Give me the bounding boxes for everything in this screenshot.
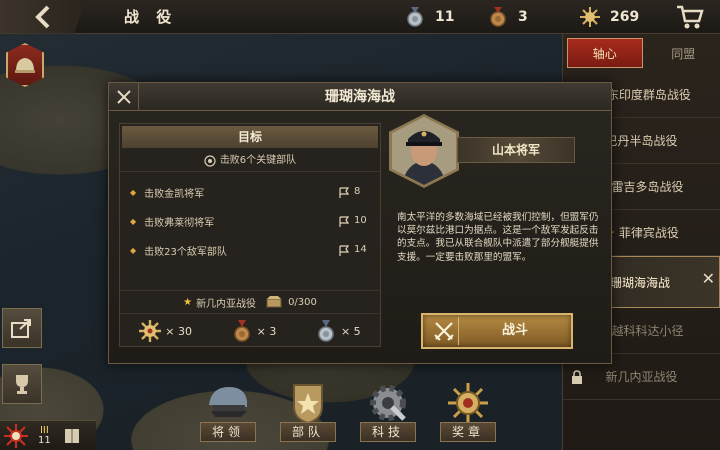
close-button[interactable] bbox=[109, 83, 139, 111]
nav-tech[interactable]: 科技 bbox=[360, 380, 416, 446]
nav-troops-label: 部队 bbox=[280, 422, 336, 442]
back-arrow-icon bbox=[35, 5, 50, 28]
goal-value: 14 bbox=[354, 244, 367, 255]
page-title: 战 役 bbox=[124, 8, 178, 26]
reward-gold: × 30 bbox=[139, 320, 192, 342]
objectives-subtitle: 击败6个关键部队 bbox=[120, 150, 380, 172]
general-name: 山本将军 bbox=[457, 137, 575, 163]
gold-medal-counter: 269 bbox=[580, 5, 639, 29]
silver-medal-value: 11 bbox=[435, 9, 455, 25]
trophy-button[interactable] bbox=[2, 364, 42, 404]
reward-gold-value: × 30 bbox=[165, 324, 193, 338]
battle-button-label: 战斗 bbox=[501, 323, 528, 338]
nav-medals[interactable]: 奖章 bbox=[440, 380, 496, 446]
goal-item: ◆ 击败弗莱彻将军 10 bbox=[120, 207, 380, 236]
target-ring-icon bbox=[204, 154, 216, 167]
tab-axis[interactable]: 轴心 bbox=[567, 38, 643, 68]
shop-cart-icon[interactable] bbox=[676, 4, 704, 30]
bronze-medal-counter: 3 bbox=[488, 5, 528, 29]
reward-silver: × 5 bbox=[315, 320, 361, 342]
bullet-icon: ◆ bbox=[130, 217, 137, 226]
battle-story: 南太平洋的多数海域已经被我们控制，但盟军仍以莫尔兹比港口为据点。这是一个敌军发起… bbox=[397, 212, 599, 263]
campaign-item-label: 穿越科科达小径 bbox=[599, 324, 684, 338]
battle-detail-modal: 珊瑚海海战 目标 击败6个关键部队 ◆ 击败金凯将军 8 ◆ 击败弗莱彻将军 1… bbox=[108, 82, 612, 364]
battle-button[interactable]: 战斗 bbox=[421, 313, 573, 349]
objectives-subtitle-text: 击败6个关键部队 bbox=[219, 154, 297, 166]
bottom-nav: 将领 部队 科技 奖章 bbox=[200, 380, 496, 446]
gold-star-medal-icon bbox=[580, 7, 600, 27]
objectives-header: 目标 bbox=[122, 126, 378, 148]
rank-strip: III 11 bbox=[0, 420, 96, 450]
campaign-item-label: 科雷吉多岛战役 bbox=[599, 180, 684, 194]
medal-icon bbox=[444, 380, 492, 426]
supply-crate-icon bbox=[266, 296, 282, 308]
sun-emblem-icon bbox=[4, 423, 28, 448]
nav-medals-label: 奖章 bbox=[440, 422, 496, 442]
crossed-swords-icon bbox=[429, 317, 459, 345]
tech-gear-icon bbox=[364, 380, 412, 426]
faction-tabs: 轴心 同盟 bbox=[563, 34, 720, 72]
silver-medal-counter: 11 bbox=[405, 5, 454, 29]
flag-icon bbox=[339, 245, 350, 256]
nav-generals[interactable]: 将领 bbox=[200, 380, 256, 446]
reward-bronze: × 3 bbox=[231, 320, 277, 342]
bronze-medal-icon bbox=[490, 7, 506, 27]
bronze-medal-value: 3 bbox=[518, 9, 528, 25]
share-icon bbox=[11, 319, 31, 338]
bronze-medal-icon bbox=[233, 320, 250, 342]
goal-label: 击败弗莱彻将军 bbox=[144, 218, 215, 229]
close-icon bbox=[116, 90, 131, 104]
nav-generals-label: 将领 bbox=[200, 422, 256, 442]
gold-star-medal-icon bbox=[139, 320, 162, 342]
bullet-icon: ◆ bbox=[130, 246, 137, 255]
tab-allies[interactable]: 同盟 bbox=[647, 34, 720, 72]
book-icon[interactable] bbox=[63, 427, 81, 445]
goal-item: ◆ 击败23个敌军部队 14 bbox=[120, 236, 380, 265]
reward-bronze-value: × 3 bbox=[256, 324, 277, 338]
share-button[interactable] bbox=[2, 308, 42, 348]
campaign-progress: ★ 新几内亚战役 0/300 bbox=[120, 290, 380, 314]
nav-troops[interactable]: 部队 bbox=[280, 380, 336, 446]
goal-label: 击败23个敌军部队 bbox=[144, 247, 227, 258]
rank-level: 11 bbox=[38, 434, 51, 446]
campaign-item-label: 巴丹半岛战役 bbox=[605, 134, 678, 148]
objectives-box: 目标 击败6个关键部队 ◆ 击败金凯将军 8 ◆ 击败弗莱彻将军 10 ◆ 击败… bbox=[119, 123, 381, 347]
lock-icon bbox=[572, 370, 582, 384]
crossed-swords-icon: ✕ bbox=[701, 269, 715, 288]
silver-medal-icon bbox=[318, 320, 334, 342]
back-button[interactable] bbox=[0, 0, 86, 34]
goal-item: ◆ 击败金凯将军 8 bbox=[120, 178, 380, 207]
goal-value: 8 bbox=[354, 186, 361, 197]
silver-medal-icon bbox=[407, 7, 423, 27]
bullet-icon: ◆ bbox=[130, 188, 137, 197]
reward-silver-value: × 5 bbox=[340, 324, 361, 338]
campaign-item-label: 新几内亚战役 bbox=[605, 370, 678, 384]
goal-value: 10 bbox=[354, 215, 367, 226]
gold-medal-value: 269 bbox=[610, 9, 640, 25]
campaign-progress-value: 0/300 bbox=[288, 296, 317, 308]
goal-label: 击败金凯将军 bbox=[144, 189, 205, 200]
troops-badge-icon bbox=[284, 380, 332, 426]
flag-icon bbox=[339, 216, 350, 227]
rewards-row: × 30 × 3 × 5 bbox=[120, 316, 380, 346]
campaign-item-label: 珊瑚海海战 bbox=[610, 275, 671, 290]
rank-chevron-text: III bbox=[39, 424, 49, 436]
general-cap-icon bbox=[204, 380, 252, 426]
star-icon: ★ bbox=[183, 296, 193, 308]
trophy-icon bbox=[16, 375, 28, 394]
rank-chevron: III 11 bbox=[38, 424, 51, 446]
campaign-progress-label: 新几内亚战役 bbox=[196, 298, 257, 310]
flag-icon bbox=[339, 187, 350, 198]
modal-title: 珊瑚海海战 bbox=[109, 83, 611, 111]
nav-tech-label: 科技 bbox=[360, 422, 416, 442]
campaign-item-label: 菲律宾战役 bbox=[618, 226, 679, 240]
campaign-item-label: 东印度群岛战役 bbox=[606, 88, 691, 102]
